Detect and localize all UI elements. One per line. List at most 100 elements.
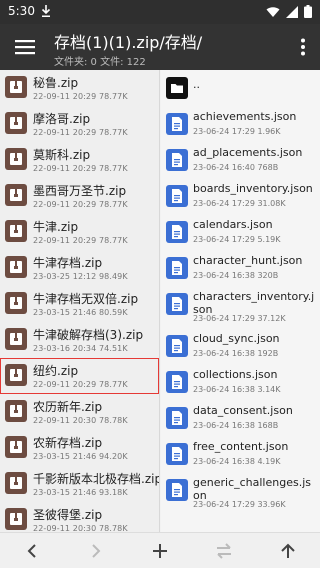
file-meta: 23-06-24 17:29 5.19K	[193, 235, 281, 244]
file-meta: 23-06-24 16:40 768B	[193, 163, 279, 172]
zip-archive-icon	[5, 256, 27, 278]
file-name: 摩洛哥.zip	[33, 112, 91, 126]
file-name: collections.json	[193, 368, 278, 381]
up-arrow-icon[interactable]	[278, 541, 298, 561]
file-meta: 23-06-24 16:38 3.14K	[193, 385, 281, 394]
file-name: 农历新年.zip	[33, 400, 103, 414]
document-icon	[166, 293, 188, 315]
zip-file-row[interactable]: 牛津破解存档(3).zip 23-03-16 20:34 74.51K	[0, 322, 159, 358]
zip-file-row[interactable]: 牛津.zip 22-09-11 20:29 78.77K	[0, 214, 159, 250]
json-file-row[interactable]: data_consent.json 23-06-24 16:38 168B	[161, 400, 320, 436]
left-file-pane[interactable]: 秘鲁.zip 22-09-11 20:29 78.77K 摩洛哥.zip 22-09-…	[0, 70, 160, 532]
zip-file-row[interactable]: 摩洛哥.zip 22-09-11 20:29 78.77K	[0, 106, 159, 142]
forward-arrow-icon[interactable]	[86, 541, 106, 561]
document-icon	[166, 257, 188, 279]
file-meta: 23-03-15 21:46 80.59K	[33, 308, 128, 317]
file-name: 牛津存档.zip	[33, 256, 103, 270]
json-file-row[interactable]: collections.json 23-06-24 16:38 3.14K	[161, 364, 320, 400]
document-icon	[166, 185, 188, 207]
document-icon	[166, 221, 188, 243]
file-name: 莫斯科.zip	[33, 148, 91, 162]
file-name: 秘鲁.zip	[33, 76, 79, 90]
page-title: 存档(1)(1).zip/存档/	[54, 33, 203, 52]
zip-file-row[interactable]: 圣彼得堡.zip 22-09-11 20:30 78.78K	[0, 502, 159, 532]
file-name: 牛津破解存档(3).zip	[33, 328, 144, 342]
file-meta: 22-09-11 20:29 78.77K	[33, 380, 128, 389]
folder-icon	[166, 77, 188, 99]
right-file-pane[interactable]: .. achievements.json 23-06-24 17:29 1.96K…	[161, 70, 320, 532]
file-meta: 23-03-15 21:46 94.20K	[33, 452, 128, 461]
json-file-row[interactable]: free_content.json 23-06-24 16:38 4.19K	[161, 436, 320, 472]
file-name: 纽约.zip	[33, 364, 79, 378]
json-file-row[interactable]: character_hunt.json 23-06-24 16:38 320B	[161, 250, 320, 286]
swap-icon[interactable]	[214, 541, 234, 561]
signal-icon	[286, 5, 298, 18]
file-name: generic_challenges.json	[193, 476, 311, 502]
file-name: 墨西哥万圣节.zip	[33, 184, 127, 198]
zip-file-row[interactable]: 农历新年.zip 22-09-11 20:30 78.78K	[0, 394, 159, 430]
json-file-row[interactable]: boards_inventory.json 23-06-24 17:29 31.0…	[161, 178, 320, 214]
file-name: 牛津.zip	[33, 220, 79, 234]
zip-archive-icon	[5, 436, 27, 458]
json-file-row[interactable]: calendars.json 23-06-24 17:29 5.19K	[161, 214, 320, 250]
json-file-row[interactable]: characters_inventory.json 23-06-24 17:29 …	[161, 286, 320, 328]
download-icon	[41, 5, 51, 17]
zip-file-row[interactable]: 牛津存档.zip 23-03-25 12:12 98.49K	[0, 250, 159, 286]
file-name: calendars.json	[193, 218, 273, 231]
add-icon[interactable]	[150, 541, 170, 561]
more-options-icon[interactable]	[300, 38, 306, 56]
zip-file-row[interactable]: 纽约.zip 22-09-11 20:29 78.77K	[0, 358, 159, 394]
file-name: cloud_sync.json	[193, 332, 280, 345]
file-name: boards_inventory.json	[193, 182, 313, 195]
json-file-row[interactable]: generic_challenges.json 23-06-24 17:29 33…	[161, 472, 320, 514]
json-file-row[interactable]: cloud_sync.json 23-06-24 16:38 192B	[161, 328, 320, 364]
file-name: 农新存档.zip	[33, 436, 103, 450]
json-file-row[interactable]: ad_placements.json 23-06-24 16:40 768B	[161, 142, 320, 178]
zip-archive-icon	[5, 220, 27, 242]
document-icon	[166, 335, 188, 357]
status-time: 5:30	[8, 4, 35, 18]
zip-archive-icon	[5, 184, 27, 206]
document-icon	[166, 371, 188, 393]
zip-file-row[interactable]: 牛津存档无双倍.zip 23-03-15 21:46 80.59K	[0, 286, 159, 322]
zip-file-row[interactable]: 千影新版本北极存档.zip 23-03-15 21:46 93.18K	[0, 466, 159, 502]
zip-archive-icon	[5, 472, 27, 494]
battery-icon	[304, 5, 312, 18]
zip-file-row[interactable]: 莫斯科.zip 22-09-11 20:29 78.77K	[0, 142, 159, 178]
menu-icon[interactable]	[14, 36, 36, 58]
file-meta: 23-03-15 21:46 93.18K	[33, 488, 128, 497]
file-meta: 23-03-25 12:12 98.49K	[33, 272, 128, 281]
zip-file-row[interactable]: 农新存档.zip 23-03-15 21:46 94.20K	[0, 430, 159, 466]
zip-archive-icon	[5, 364, 27, 386]
zip-file-row[interactable]: 秘鲁.zip 22-09-11 20:29 78.77K	[0, 70, 159, 106]
zip-archive-icon	[5, 292, 27, 314]
parent-folder-label: ..	[193, 78, 200, 91]
file-name: 千影新版本北极存档.zip	[33, 472, 160, 486]
file-meta: 23-06-24 17:29 1.96K	[193, 127, 281, 136]
file-meta: 22-09-11 20:29 78.77K	[33, 92, 128, 101]
wifi-icon	[266, 6, 280, 17]
file-meta: 23-06-24 16:38 192B	[193, 349, 279, 358]
zip-file-row[interactable]: 墨西哥万圣节.zip 22-09-11 20:29 78.77K	[0, 178, 159, 214]
file-name: data_consent.json	[193, 404, 293, 417]
zip-archive-icon	[5, 328, 27, 350]
json-file-row[interactable]: achievements.json 23-06-24 17:29 1.96K	[161, 106, 320, 142]
parent-folder-row[interactable]: ..	[161, 70, 320, 106]
file-name: ad_placements.json	[193, 146, 303, 159]
status-bar: 5:30	[0, 0, 320, 24]
file-name: character_hunt.json	[193, 254, 303, 267]
zip-archive-icon	[5, 112, 27, 134]
file-meta: 23-06-24 16:38 4.19K	[193, 457, 281, 466]
document-icon	[166, 443, 188, 465]
file-name: characters_inventory.json	[193, 290, 315, 316]
file-meta: 23-06-24 17:29 33.96K	[193, 500, 286, 509]
file-meta: 22-09-11 20:30 78.78K	[33, 416, 128, 425]
zip-archive-icon	[5, 400, 27, 422]
file-meta: 23-06-24 17:29 37.12K	[193, 314, 286, 323]
zip-archive-icon	[5, 76, 27, 98]
back-arrow-icon[interactable]	[22, 541, 42, 561]
file-name: achievements.json	[193, 110, 297, 123]
file-meta: 23-03-16 20:34 74.51K	[33, 344, 128, 353]
file-name: free_content.json	[193, 440, 289, 453]
document-icon	[166, 407, 188, 429]
